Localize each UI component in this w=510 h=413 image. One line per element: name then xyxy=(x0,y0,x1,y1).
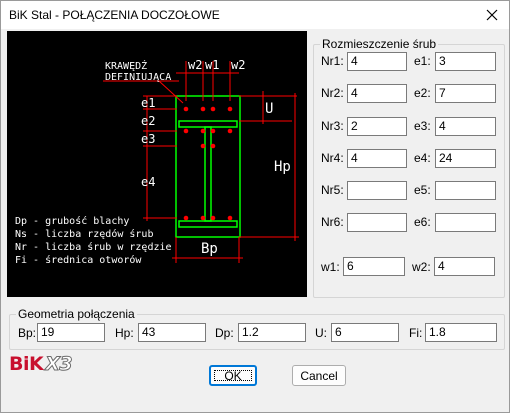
logo-version: X3 xyxy=(45,353,73,376)
focus-ring xyxy=(214,370,252,381)
e5-input[interactable] xyxy=(435,181,496,200)
beam-web xyxy=(204,126,212,222)
beam-bottom-flange xyxy=(178,220,238,228)
w2-input[interactable]: 4 xyxy=(434,257,495,276)
nr2-label: Nr2: xyxy=(321,86,344,100)
u-input[interactable]: 6 xyxy=(331,323,399,342)
nr1-label: Nr1: xyxy=(321,54,344,68)
e2-input[interactable]: 7 xyxy=(435,84,496,103)
bolt xyxy=(200,128,206,134)
legend-line: Fi - średnica otworów xyxy=(15,254,142,266)
cancel-button-label: Cancel xyxy=(300,368,338,383)
bolt xyxy=(227,215,233,221)
hp-input[interactable]: 43 xyxy=(138,323,206,342)
title-bar: BiK Stal - POŁĄCZENIA DOCZOŁOWE xyxy=(1,1,509,29)
bolt xyxy=(200,143,206,149)
nr4-label: Nr4: xyxy=(321,151,344,165)
e5-label: e5: xyxy=(414,183,431,197)
dp-label: Dp: xyxy=(215,326,234,340)
e3-input[interactable]: 4 xyxy=(435,117,496,136)
bolt xyxy=(227,106,233,112)
cancel-button[interactable]: Cancel xyxy=(292,365,346,386)
ok-button[interactable]: OK xyxy=(209,365,257,386)
label-w2-left: w2 xyxy=(188,58,202,72)
close-icon xyxy=(486,9,498,21)
logo-brand: BiK xyxy=(9,353,44,375)
nr3-label: Nr3: xyxy=(321,119,344,133)
e2-label: e2: xyxy=(414,86,431,100)
u-label: U: xyxy=(315,326,327,340)
nr3-input[interactable]: 2 xyxy=(347,117,407,136)
hp-label: Hp: xyxy=(115,326,134,340)
label-w2-right: w2 xyxy=(231,58,245,72)
label-definiujaca: DEFINIUJĄCA xyxy=(105,72,171,83)
fi-label: Fi: xyxy=(409,326,423,340)
label-w1: w1 xyxy=(205,58,219,72)
nr5-label: Nr5: xyxy=(321,183,344,197)
bik-logo: BiK X3 xyxy=(9,353,73,376)
bolt xyxy=(200,106,206,112)
dp-input[interactable]: 1.2 xyxy=(238,323,306,342)
legend-line: Ns - liczba rzędów śrub xyxy=(15,228,153,240)
w2-label: w2: xyxy=(412,260,431,274)
beam-top-flange xyxy=(178,120,238,128)
nr4-input[interactable]: 4 xyxy=(347,149,407,168)
bolt-arrangement-legend: Rozmieszczenie śrub xyxy=(320,37,439,51)
label-e3: e3 xyxy=(141,132,155,146)
bolt xyxy=(210,143,216,149)
nr6-input[interactable] xyxy=(347,213,407,232)
w1-label: w1: xyxy=(321,260,340,274)
bolt xyxy=(183,106,189,112)
e1-input[interactable]: 3 xyxy=(435,52,496,71)
e1-label: e1: xyxy=(414,54,431,68)
label-bp: Bp xyxy=(201,241,218,257)
bolt xyxy=(210,215,216,221)
bolt xyxy=(227,128,233,134)
label-krawedz: KRAWĘDŹ xyxy=(105,59,147,72)
dialog-window: BiK Stal - POŁĄCZENIA DOCZOŁOWE KRAWĘDŹ … xyxy=(0,0,510,413)
legend-line: Nr - liczba śrub w rzędzie xyxy=(15,241,172,253)
nr1-input[interactable]: 4 xyxy=(347,52,407,71)
bp-label: Bp: xyxy=(18,326,37,340)
nr2-input[interactable]: 4 xyxy=(347,84,407,103)
e6-input[interactable] xyxy=(435,213,496,232)
bolt xyxy=(210,106,216,112)
label-hp: Hp xyxy=(274,159,291,175)
e4-label: e4: xyxy=(414,151,431,165)
connection-preview: KRAWĘDŹ DEFINIUJĄCA w2 w1 w2 e1 e2 e3 e4… xyxy=(7,31,307,297)
fi-input[interactable]: 1.8 xyxy=(425,323,497,342)
nr6-label: Nr6: xyxy=(321,215,344,229)
label-u: U xyxy=(265,101,273,117)
legend-line: Dp - grubość blachy xyxy=(15,215,129,227)
geometry-legend: Geometria połączenia xyxy=(16,307,137,321)
label-e4: e4 xyxy=(141,175,155,189)
bolt-holes xyxy=(183,106,233,221)
close-button[interactable] xyxy=(479,3,505,27)
connection-drawing: KRAWĘDŹ DEFINIUJĄCA w2 w1 w2 e1 e2 e3 e4… xyxy=(15,58,299,266)
bolt xyxy=(183,215,189,221)
nr5-input[interactable] xyxy=(347,181,407,200)
diagram-legend: Dp - grubość blachy Ns - liczba rzędów ś… xyxy=(15,215,172,266)
window-title: BiK Stal - POŁĄCZENIA DOCZOŁOWE xyxy=(9,8,220,22)
label-e1: e1 xyxy=(141,96,155,110)
w1-input[interactable]: 6 xyxy=(343,257,405,276)
bolt xyxy=(200,215,206,221)
label-e2: e2 xyxy=(141,114,155,128)
e3-label: e3: xyxy=(414,119,431,133)
bp-input[interactable]: 19 xyxy=(37,323,105,342)
bolt xyxy=(183,128,189,134)
e6-label: e6: xyxy=(414,215,431,229)
bolt xyxy=(210,128,216,134)
e4-input[interactable]: 24 xyxy=(435,149,496,168)
